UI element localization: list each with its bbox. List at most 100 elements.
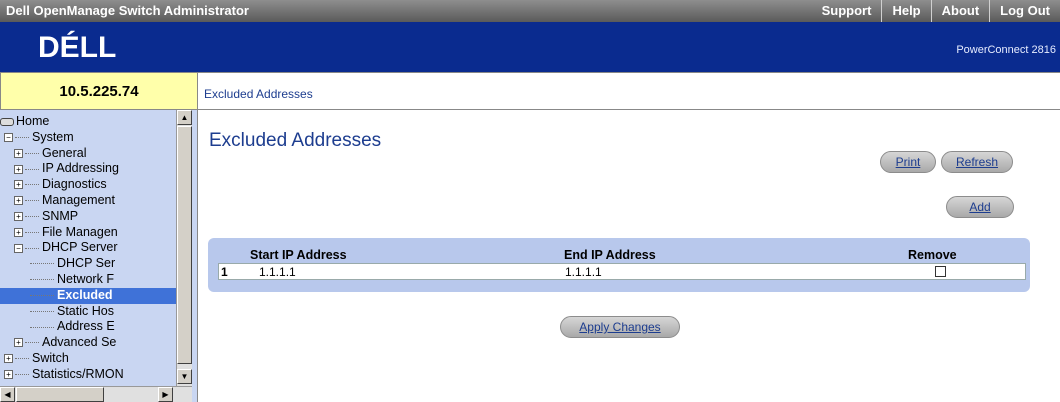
- vertical-scrollbar[interactable]: ▲ ▼: [176, 110, 192, 386]
- tree-node[interactable]: + Advanced Se: [0, 335, 176, 351]
- product-name: PowerConnect 2816: [956, 44, 1056, 56]
- tree-node-label: Switch: [32, 350, 69, 365]
- tree-connector: [30, 294, 54, 296]
- tree-node[interactable]: Network F: [0, 272, 176, 288]
- tree-connector: [15, 373, 29, 375]
- tree-node[interactable]: − DHCP Server: [0, 240, 176, 256]
- tree-node-label: General: [42, 145, 87, 160]
- tree-connector: [15, 137, 29, 138]
- tree-connector: [30, 326, 54, 328]
- remove-header: Remove: [908, 248, 957, 262]
- tree-node[interactable]: Static Hos: [0, 304, 176, 320]
- horizontal-scroll-thumb[interactable]: [16, 387, 104, 402]
- tree-node-label: File Managen: [42, 224, 118, 239]
- about-link[interactable]: About: [930, 0, 990, 22]
- support-link[interactable]: Support: [812, 0, 882, 22]
- tree-node[interactable]: + Diagnostics: [0, 177, 176, 193]
- tree-node[interactable]: + Management: [0, 193, 176, 209]
- tree-connector: [15, 358, 29, 360]
- tree-connector: [25, 152, 39, 154]
- tree-node-label: Static Hos: [57, 303, 114, 318]
- tree-connector: [30, 310, 54, 312]
- breadcrumb: Excluded Addresses: [204, 87, 313, 101]
- svg-text:DÉLL: DÉLL: [38, 30, 116, 64]
- tree-node-label: Excluded: [57, 287, 113, 302]
- collapse-icon[interactable]: −: [4, 133, 13, 142]
- tree-node-label: Home: [16, 114, 50, 128]
- home-icon: [0, 117, 14, 126]
- vertical-scroll-thumb[interactable]: [177, 126, 192, 364]
- tree-node-label: Statistics/RMON: [32, 366, 124, 381]
- app-title: Dell OpenManage Switch Administrator: [6, 3, 249, 18]
- tree-node[interactable]: + General: [0, 146, 176, 162]
- top-bar: Dell OpenManage Switch Administrator Sup…: [0, 0, 1060, 22]
- expand-icon[interactable]: +: [14, 164, 23, 174]
- tree-connector: [25, 200, 39, 202]
- tree-connector: [25, 342, 39, 344]
- tree-connector: [25, 247, 39, 249]
- expand-icon[interactable]: +: [14, 196, 23, 206]
- tree-node[interactable]: + SNMP: [0, 209, 176, 225]
- tree-connector: [30, 279, 54, 281]
- dell-logo: DÉLL: [38, 30, 116, 64]
- tree-node-label: SNMP: [42, 208, 79, 223]
- expand-icon[interactable]: +: [14, 211, 23, 221]
- help-link[interactable]: Help: [881, 0, 930, 22]
- tree-node[interactable]: Address E: [0, 319, 176, 335]
- remove-checkbox[interactable]: [935, 266, 946, 277]
- device-ip: 10.5.225.74: [0, 72, 198, 110]
- end-ip-header: End IP Address: [564, 248, 656, 262]
- tree-node[interactable]: Excluded: [0, 287, 176, 304]
- horizontal-scrollbar[interactable]: ◀ ▶: [0, 386, 192, 402]
- start-ip-header: Start IP Address: [250, 248, 347, 262]
- end-ip-cell: 1.1.1.1: [565, 265, 602, 279]
- tree-node-label: Address E: [57, 319, 115, 334]
- add-button[interactable]: Add: [946, 196, 1014, 218]
- tree-connector: [30, 263, 54, 265]
- tree-node[interactable]: DHCP Ser: [0, 256, 176, 272]
- refresh-button[interactable]: Refresh: [941, 151, 1013, 173]
- excluded-addresses-table: Start IP Address End IP Address Remove 1…: [208, 238, 1030, 292]
- tree-node-label: Management: [42, 192, 115, 207]
- start-ip-cell: 1.1.1.1: [259, 265, 296, 279]
- scroll-right-icon[interactable]: ▶: [158, 387, 173, 402]
- apply-changes-button[interactable]: Apply Changes: [560, 316, 680, 338]
- print-button[interactable]: Print: [880, 151, 936, 173]
- tree-node-label: System: [32, 129, 74, 144]
- scroll-left-icon[interactable]: ◀: [0, 387, 15, 402]
- top-nav: Support Help About Log Out: [812, 0, 1060, 22]
- tree-node-label: Network F: [57, 271, 114, 286]
- tree-node[interactable]: + Statistics/RMON: [0, 367, 176, 383]
- log-out-link[interactable]: Log Out: [989, 0, 1060, 22]
- tree-node-label: DHCP Ser: [57, 256, 116, 271]
- page-title: Excluded Addresses: [209, 130, 382, 151]
- tree-connector: [25, 231, 39, 233]
- scroll-up-icon[interactable]: ▲: [177, 110, 192, 125]
- expand-icon[interactable]: +: [14, 338, 23, 348]
- tree-node[interactable]: − System: [0, 130, 176, 146]
- table-row: 1 1.1.1.1 1.1.1.1: [218, 263, 1026, 280]
- tree-connector: [25, 215, 39, 217]
- banner: DÉLL PowerConnect 2816: [0, 22, 1060, 72]
- expand-icon[interactable]: +: [14, 227, 23, 237]
- scroll-down-icon[interactable]: ▼: [177, 369, 192, 384]
- tree-node-label: Diagnostics: [42, 177, 107, 192]
- tree-node-label: Advanced Se: [42, 335, 117, 350]
- expand-icon[interactable]: +: [4, 369, 13, 379]
- tree-node-label: DHCP Server: [42, 240, 118, 255]
- tree-node[interactable]: Home: [0, 114, 176, 130]
- tree-connector: [25, 184, 39, 186]
- collapse-icon[interactable]: −: [14, 243, 23, 253]
- navigation-tree: Home − System + General + IP Addressing + Diagno…: [0, 114, 176, 386]
- expand-icon[interactable]: +: [14, 180, 23, 190]
- tree-node[interactable]: + File Managen: [0, 225, 176, 241]
- row-index: 1: [221, 265, 228, 279]
- expand-icon[interactable]: +: [4, 354, 13, 364]
- breadcrumb-bar: Excluded Addresses: [198, 72, 1060, 110]
- expand-icon[interactable]: +: [14, 148, 23, 158]
- tree-connector: [25, 168, 39, 170]
- tree-node-label: IP Addressing: [42, 161, 119, 176]
- tree-node[interactable]: + Switch: [0, 351, 176, 367]
- tree-node[interactable]: + IP Addressing: [0, 161, 176, 177]
- sidebar: Home − System + General + IP Addressing + Diagno…: [0, 110, 198, 402]
